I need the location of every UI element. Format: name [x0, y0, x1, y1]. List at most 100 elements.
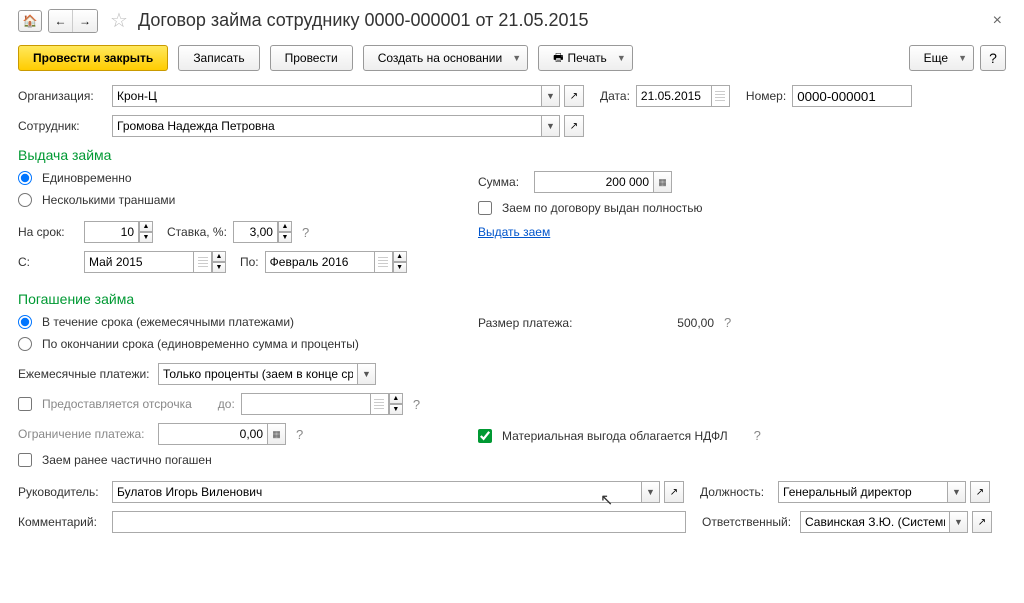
more-button[interactable]: Еще ▼ [909, 45, 974, 71]
responsible-label: Ответственный: [702, 515, 794, 529]
calculator-icon[interactable]: ▦ [268, 423, 286, 445]
responsible-field[interactable]: ▼ ↗ [800, 511, 992, 533]
chevron-down-icon[interactable]: ▼ [948, 481, 966, 503]
fully-issued-label: Заем по договору выдан полностью [502, 201, 703, 215]
printer-icon [553, 49, 563, 68]
chevron-down-icon[interactable]: ▼ [950, 511, 968, 533]
help-button[interactable]: ? [980, 45, 1006, 71]
partial-label: Заем ранее частично погашен [42, 453, 212, 467]
spin-up[interactable]: ▲ [278, 221, 292, 232]
open-reference-icon[interactable]: ↗ [970, 481, 990, 503]
repay-end-radio[interactable] [18, 337, 32, 351]
calendar-icon[interactable] [712, 85, 730, 107]
spin-down[interactable]: ▼ [393, 262, 407, 273]
from-label: С: [18, 255, 78, 269]
calculator-icon[interactable]: ▦ [654, 171, 672, 193]
chevron-down-icon: ▼ [512, 53, 521, 63]
issue-tranches-label: Несколькими траншами [42, 193, 175, 207]
spin-down[interactable]: ▼ [278, 232, 292, 243]
issue-loan-link[interactable]: Выдать заем [478, 225, 550, 239]
deferral-label: Предоставляется отсрочка [42, 397, 192, 411]
number-label: Номер: [746, 89, 786, 103]
chevron-down-icon: ▼ [958, 53, 967, 63]
close-icon[interactable]: × [989, 12, 1006, 30]
org-label: Организация: [18, 89, 106, 103]
open-reference-icon[interactable]: ↗ [664, 481, 684, 503]
repay-end-label: По окончании срока (единовременно сумма … [42, 337, 359, 351]
ndfl-checkbox[interactable] [478, 429, 492, 443]
post-button[interactable]: Провести [270, 45, 353, 71]
help-icon[interactable]: ? [754, 428, 761, 443]
issue-once-label: Единовременно [42, 171, 132, 185]
rate-label: Ставка, %: [167, 225, 227, 239]
rate-field[interactable]: ▲▼ [233, 221, 292, 243]
deferral-to-label: до: [218, 397, 235, 411]
calendar-icon[interactable] [375, 251, 393, 273]
manager-field[interactable]: ▼ ↗ [112, 481, 684, 503]
deferral-checkbox[interactable] [18, 397, 32, 411]
page-title: Договор займа сотруднику 0000-000001 от … [138, 10, 589, 31]
help-icon[interactable]: ? [413, 397, 420, 412]
favorite-star-icon[interactable]: ☆ [110, 8, 128, 33]
issue-tranches-radio[interactable] [18, 193, 32, 207]
open-reference-icon[interactable]: ↗ [972, 511, 992, 533]
amount-field[interactable]: ▦ [534, 171, 672, 193]
position-field[interactable]: ▼ ↗ [778, 481, 990, 503]
post-and-close-button[interactable]: Провести и закрыть [18, 45, 168, 71]
chevron-down-icon[interactable]: ▼ [642, 481, 660, 503]
date-label: Дата: [600, 89, 630, 103]
manager-label: Руководитель: [18, 485, 106, 499]
back-button[interactable]: ← [49, 10, 73, 32]
chevron-down-icon[interactable]: ▼ [358, 363, 376, 385]
help-icon[interactable]: ? [296, 427, 303, 442]
chevron-down-icon[interactable]: ▼ [542, 115, 560, 137]
spin-up[interactable]: ▲ [393, 251, 407, 262]
limit-field[interactable]: ▦ [158, 423, 286, 445]
employee-field[interactable]: ▼ ↗ [112, 115, 584, 137]
help-icon[interactable]: ? [302, 225, 309, 240]
chevron-down-icon: ▼ [617, 53, 626, 63]
to-label: По: [240, 255, 259, 269]
open-reference-icon[interactable]: ↗ [564, 115, 584, 137]
print-button[interactable]: Печать ▼ [538, 45, 633, 71]
position-label: Должность: [700, 485, 772, 499]
payment-label: Размер платежа: [478, 316, 588, 330]
create-based-on-button[interactable]: Создать на основании ▼ [363, 45, 528, 71]
term-field[interactable]: ▲▼ [84, 221, 153, 243]
deferral-to-field[interactable]: ▲▼ [241, 393, 403, 415]
spin-down[interactable]: ▼ [212, 262, 226, 273]
spin-down[interactable]: ▼ [139, 232, 153, 243]
employee-label: Сотрудник: [18, 119, 106, 133]
open-reference-icon[interactable]: ↗ [564, 85, 584, 107]
repay-during-radio[interactable] [18, 315, 32, 329]
spin-up[interactable]: ▲ [139, 221, 153, 232]
period-to-field[interactable]: ▲▼ [265, 251, 407, 273]
help-icon[interactable]: ? [724, 315, 731, 330]
payment-value: 500,00 [594, 316, 714, 330]
calendar-icon[interactable] [194, 251, 212, 273]
date-field[interactable] [636, 85, 730, 107]
org-field[interactable]: ▼ ↗ [112, 85, 584, 107]
monthly-label: Ежемесячные платежи: [18, 367, 152, 381]
repay-section-title: Погашение займа [18, 291, 1006, 307]
spin-up[interactable]: ▲ [389, 393, 403, 404]
comment-field[interactable] [112, 511, 686, 533]
forward-button[interactable]: → [73, 10, 97, 32]
home-button[interactable]: 🏠 [18, 10, 42, 32]
chevron-down-icon[interactable]: ▼ [542, 85, 560, 107]
issue-section-title: Выдача займа [18, 147, 1006, 163]
partial-checkbox[interactable] [18, 453, 32, 467]
number-field[interactable] [792, 85, 912, 107]
calendar-icon[interactable] [371, 393, 389, 415]
monthly-field[interactable]: ▼ [158, 363, 376, 385]
comment-label: Комментарий: [18, 515, 106, 529]
spin-down[interactable]: ▼ [389, 404, 403, 415]
amount-label: Сумма: [478, 175, 528, 189]
issue-once-radio[interactable] [18, 171, 32, 185]
spin-up[interactable]: ▲ [212, 251, 226, 262]
save-button[interactable]: Записать [178, 45, 259, 71]
fully-issued-checkbox[interactable] [478, 201, 492, 215]
period-from-field[interactable]: ▲▼ [84, 251, 226, 273]
limit-label: Ограничение платежа: [18, 427, 152, 441]
ndfl-label: Материальная выгода облагается НДФЛ [502, 429, 728, 443]
